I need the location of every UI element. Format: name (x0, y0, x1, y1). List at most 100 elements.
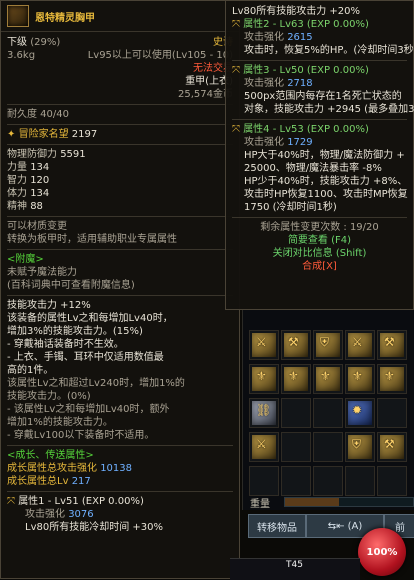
armor-icon (7, 5, 29, 27)
attr3-icon: ⤧ (232, 65, 240, 76)
stat-label: 物理防御力 (7, 149, 57, 160)
gear-icon: ⛓ (256, 403, 272, 417)
inventory-panel: ⚔ ⚒ ⛨ ⚔ ⚒ ⚜ ⚜ ⚜ ⚜ ⚜ ⛓ ✹ ⚔ ⛨ ⚒ (242, 310, 414, 510)
inventory-slot[interactable]: ⚒ (377, 330, 407, 360)
inventory-slot[interactable]: ⚜ (313, 364, 343, 394)
inventory-slot[interactable]: ⛨ (313, 330, 343, 360)
tooltip-header: 恩特精灵胸甲 (1, 1, 239, 32)
item-weight: 3.6kg (7, 50, 36, 61)
right-top-line: Lv80所有技能攻击力 +20% (232, 6, 360, 17)
inventory-slot[interactable]: ⚒ (281, 330, 311, 360)
effect-line: - 穿戴袖话装备时不生效。 (7, 339, 124, 350)
equipment-tooltip: 恩特精灵胸甲 下级 (29%) 史诗 3.6kg Lv95以上可以使用(Lv10… (0, 0, 240, 579)
inventory-slot[interactable]: ⚔ (345, 330, 375, 360)
growth-attack-label: 成长属性总攻击强化 (7, 463, 97, 474)
attr4-line: HP大于40%时，物理/魔法防御力 + (244, 150, 405, 161)
attr4-line: 1750 (冷却时间1秒) (244, 202, 337, 213)
effect-line: 技能攻击力。(0%) (7, 391, 91, 402)
inventory-slot[interactable]: ⚜ (281, 364, 311, 394)
gear-icon: ⚜ (288, 369, 299, 383)
reputation-label: 冒险家名望 (18, 129, 69, 140)
attr1-attack-label: 攻击强化 (25, 509, 65, 520)
sort-label: ⇤ (A) (336, 520, 363, 532)
stat-label: 智力 (7, 175, 27, 186)
weight-progress (284, 497, 414, 507)
option-compare-toggle[interactable]: 关闭对比信息 (Shift) (273, 248, 367, 259)
sort-icon: ⇆ (327, 520, 337, 532)
stat-label: 精神 (7, 201, 27, 212)
attr2-icon: ⤧ (232, 19, 240, 30)
stat-label: 体力 (7, 188, 27, 199)
inventory-slot[interactable]: ⚜ (377, 364, 407, 394)
enchant-none: 未赋予魔法能力 (7, 267, 77, 278)
option-combine[interactable]: 合成[X] (302, 261, 337, 272)
inventory-slot[interactable]: ✹ (345, 398, 375, 428)
attr2-desc: 攻击时，恢复5%的HP。(冷却时间3秒) (244, 45, 414, 56)
effect-line: - 穿戴Lv100以下装备时不适用。 (7, 430, 155, 441)
weight-label: 重量 (250, 498, 270, 510)
stats-list: 物理防御力 5591 力量 134 智力 120 体力 134 精神 88 (7, 148, 233, 213)
attr2-title: 属性2 - Lv63 (EXP 0.00%) (243, 19, 369, 30)
gear-icon: ⚔ (256, 437, 267, 451)
grade-percent: (29%) (30, 37, 61, 48)
inventory-slot[interactable] (313, 432, 343, 462)
inventory-slot[interactable]: ⛓ (249, 398, 279, 428)
growth-header: <成长、传送属性> (7, 450, 94, 461)
attr4-line: 攻击时HP恢复1100、攻击时MP恢复 (244, 189, 408, 200)
gear-icon: ⚒ (384, 335, 395, 349)
gear-icon: ⚒ (384, 437, 395, 451)
hp-orb: 100% (358, 528, 406, 576)
attr1-icon: ⤧ (7, 496, 15, 507)
weight-fill (285, 498, 339, 506)
inventory-slot[interactable]: ⚜ (345, 364, 375, 394)
attr4-line: 25000、物理/魔法暴击率 -8% (244, 163, 382, 174)
gear-icon: ⚜ (384, 369, 395, 383)
inventory-slot[interactable]: ⛨ (345, 432, 375, 462)
inventory-slot[interactable]: ⚔ (249, 432, 279, 462)
attr4-lines: HP大于40%时，物理/魔法防御力 + 25000、物理/魔法暴击率 -8% H… (232, 149, 408, 214)
inventory-slot[interactable] (281, 398, 311, 428)
growth-total-label: 成长属性总Lv (7, 476, 69, 487)
inventory-slot[interactable] (377, 398, 407, 428)
inventory-slot[interactable]: ⚒ (377, 432, 407, 462)
option-simple-view[interactable]: 简要查看 (F4) (288, 235, 351, 246)
effect-line: 该属性Lv之和超过Lv240时，增加1%的 (7, 378, 185, 389)
gear-icon: ⚜ (352, 369, 363, 383)
attr4-attack-label: 攻击强化 (244, 137, 284, 148)
effect-description: 该装备的属性Lv之和每增加Lv40时， 增加3%的技能攻击力。(15%) - 穿… (7, 312, 233, 442)
attr1-attack-value: 3076 (68, 509, 94, 520)
attr1-title: 属性1 - Lv51 (EXP 0.00%) (18, 496, 144, 507)
stat-value: 120 (30, 175, 50, 186)
attr3-attack-label: 攻击强化 (244, 78, 284, 89)
enchant-header: <附魔> (7, 254, 44, 265)
inventory-slot[interactable] (313, 398, 343, 428)
inventory-slot[interactable]: ⚔ (249, 330, 279, 360)
effect-line: 增加1%的技能攻击力。 (7, 417, 113, 428)
effect-line: - 上衣、手镯、耳环中仅适用数值最 (7, 352, 164, 363)
stat-value: 134 (30, 188, 50, 199)
stat-value: 5591 (60, 149, 86, 160)
stat-value: 88 (30, 201, 43, 212)
attr2-attack-label: 攻击强化 (244, 32, 284, 43)
inventory-slot[interactable] (281, 432, 311, 462)
gear-icon: ✹ (352, 403, 363, 417)
transfer-desc: 转换为板甲时，适用辅助职业专属属性 (7, 234, 177, 245)
weight-bar: 重量 (250, 490, 414, 514)
gear-icon: ⚔ (256, 335, 267, 349)
skill-attack: 技能攻击力 +12% (7, 300, 91, 311)
material-transfer: 可以材质变更 (7, 221, 67, 232)
attr4-icon: ⤧ (232, 124, 240, 135)
inventory-slot[interactable]: ⚜ (249, 364, 279, 394)
stat-label: 力量 (7, 162, 27, 173)
effect-line: 增加3%的技能攻击力。(15%) (7, 326, 143, 337)
gear-icon: ⚜ (320, 369, 331, 383)
attr3-attack-value: 2718 (287, 78, 313, 89)
attr3-desc2: 对象，技能攻击力 +2945 (最多叠加3次) (244, 104, 414, 115)
effect-line: 该装备的属性Lv之和每增加Lv40时， (7, 313, 173, 324)
gear-icon: ⚜ (256, 369, 267, 383)
attr3-title: 属性3 - Lv50 (EXP 0.00%) (243, 65, 369, 76)
attr2-attack-value: 2615 (287, 32, 313, 43)
transfer-items-button[interactable]: 转移物品 (248, 514, 306, 538)
reputation-icon: ✦ (7, 129, 16, 140)
gear-icon: ⚒ (288, 335, 299, 349)
